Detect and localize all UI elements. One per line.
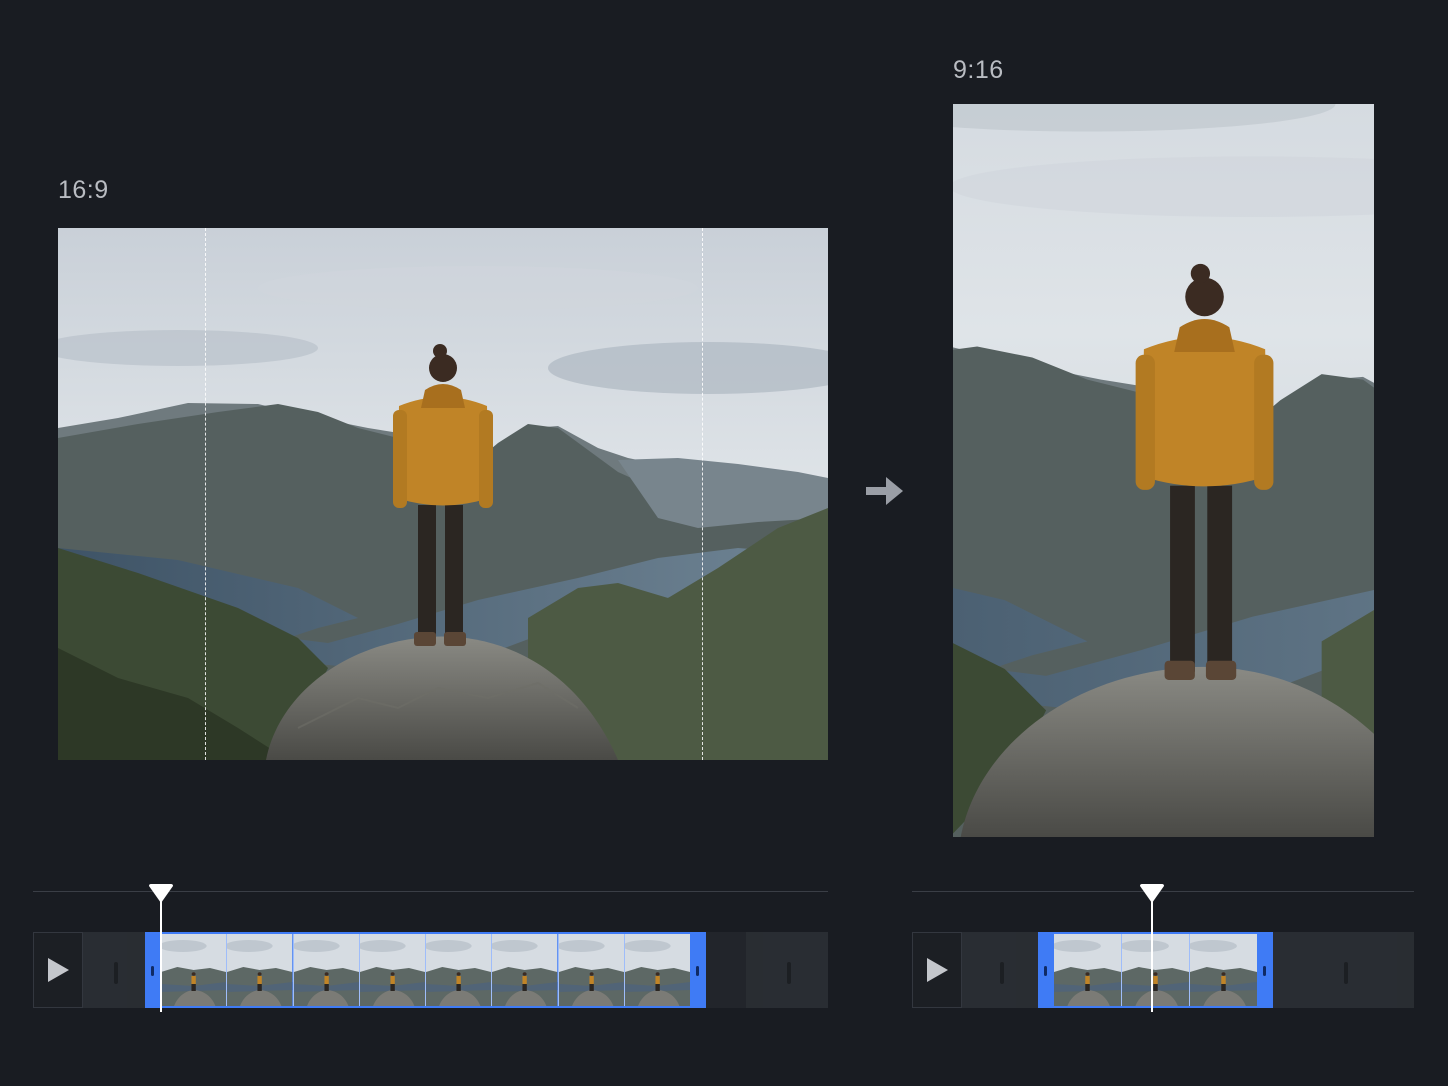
target-video-preview — [953, 104, 1374, 837]
arrow-right-icon — [866, 477, 903, 505]
clip-trim-handle-end[interactable] — [690, 934, 706, 1006]
play-icon — [927, 958, 948, 982]
filmstrip-thumbnail — [1190, 934, 1257, 1006]
filmstrip-thumbnail — [624, 934, 690, 1006]
clip-trim-handle-start[interactable] — [1038, 934, 1054, 1006]
filmstrip-thumbnail — [426, 934, 493, 1006]
source-timeline[interactable] — [33, 880, 828, 1012]
filmstrip-thumbnail-inactive — [962, 932, 1038, 1008]
target-timeline[interactable] — [912, 880, 1414, 1012]
clip-thumbnails — [161, 934, 690, 1006]
clip-trim-handle-end[interactable] — [1257, 934, 1273, 1006]
filmstrip-thumbnail — [359, 934, 426, 1006]
play-button[interactable] — [912, 932, 962, 1008]
filmstrip-thumbnail — [1054, 934, 1122, 1006]
source-video-preview — [58, 228, 828, 760]
playhead[interactable] — [148, 884, 174, 1012]
filmstrip-thumbnail-inactive — [746, 932, 828, 1008]
crop-guide-left[interactable] — [205, 228, 206, 760]
mountain-scene-image — [58, 228, 828, 760]
crop-guide-right[interactable] — [702, 228, 703, 760]
source-aspect-ratio-label: 16:9 — [58, 176, 109, 204]
playhead[interactable] — [1139, 884, 1165, 1012]
target-aspect-ratio-label: 9:16 — [953, 56, 1004, 84]
filmstrip-thumbnail — [293, 934, 360, 1006]
filmstrip-thumbnail — [227, 934, 294, 1006]
play-icon — [48, 958, 69, 982]
selected-clip[interactable] — [145, 932, 706, 1008]
mountain-scene-image — [953, 104, 1374, 837]
filmstrip-thumbnail — [558, 934, 625, 1006]
filmstrip-thumbnail — [492, 934, 559, 1006]
play-button[interactable] — [33, 932, 83, 1008]
filmstrip-thumbnail-inactive — [83, 932, 145, 1008]
filmstrip-thumbnail-inactive — [1273, 932, 1414, 1008]
